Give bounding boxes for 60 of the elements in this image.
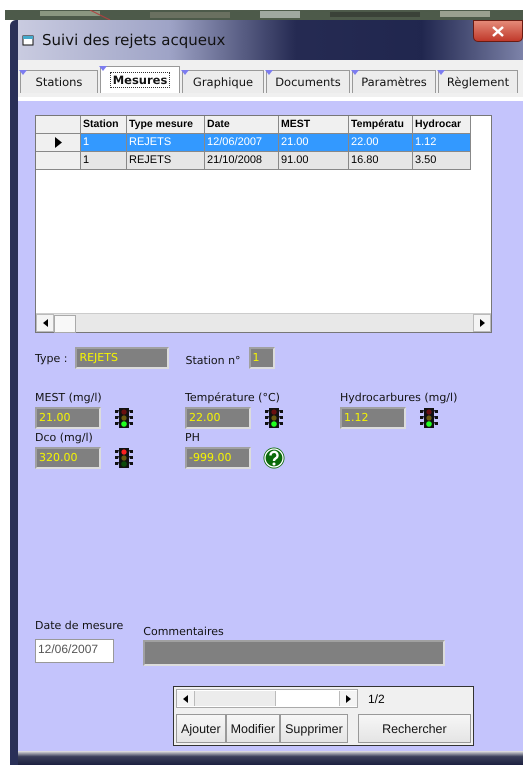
window-icon — [22, 34, 34, 46]
column-header[interactable]: Températu — [349, 116, 413, 134]
table-cell: 1 — [81, 152, 127, 170]
tab[interactable]: Règlement — [438, 70, 518, 93]
field-label: Température (°C) — [185, 391, 281, 404]
column-header[interactable]: Type mesure — [127, 116, 205, 134]
action-button[interactable]: Rechercher — [358, 714, 471, 743]
table-cell: 21.00 — [279, 134, 349, 152]
action-button[interactable]: Ajouter — [176, 714, 226, 743]
table-cell: 91.00 — [279, 152, 349, 170]
right-arrow-icon — [346, 694, 351, 702]
date-field[interactable]: 12/06/2007 — [35, 639, 114, 663]
tab[interactable]: Paramètres — [352, 70, 436, 93]
field-label: PH — [185, 431, 201, 444]
table-cell: 16.80 — [349, 152, 413, 170]
close-icon — [492, 26, 504, 36]
row-header[interactable] — [36, 134, 81, 152]
right-arrow-icon — [480, 319, 484, 327]
table-cell: REJETS — [127, 152, 205, 170]
column-header[interactable]: Date — [205, 116, 279, 134]
column-header[interactable]: Hydrocar — [413, 116, 471, 134]
table-cell: 1 — [81, 134, 127, 152]
comments-field[interactable] — [143, 640, 446, 666]
horizontal-scrollbar[interactable] — [36, 313, 491, 332]
action-button[interactable]: Modifier — [226, 714, 280, 743]
tab-marker-icon — [19, 70, 27, 75]
table-cell: 1.12 — [413, 134, 471, 152]
field-label: MEST (mg/l) — [35, 391, 103, 404]
tab-marker-icon — [99, 66, 107, 71]
column-header[interactable]: Station — [81, 116, 127, 134]
close-button[interactable] — [473, 20, 523, 42]
tab[interactable]: Documents — [266, 70, 350, 93]
tab[interactable]: Stations — [20, 70, 98, 93]
field-label: Type : — [35, 352, 68, 364]
current-row-icon — [54, 137, 62, 148]
table-cell: 3.50 — [413, 152, 471, 170]
field-label: Commentaires — [143, 625, 225, 638]
field-label: Station n° — [185, 354, 241, 366]
table-cell: 21/10/2008 — [205, 152, 279, 170]
scroll-thumb[interactable] — [54, 315, 76, 333]
tab[interactable]: Mesures — [100, 66, 180, 93]
field-label: Date de mesure — [35, 619, 124, 632]
table-cell: 22.00 — [349, 134, 413, 152]
tab[interactable]: Graphique — [182, 70, 264, 93]
window-title: Suivi des rejets acqueux — [42, 31, 226, 49]
tab-marker-icon — [351, 70, 359, 75]
tab-marker-icon — [265, 70, 273, 75]
column-header[interactable]: MEST — [279, 116, 349, 134]
record-scrollbar[interactable] — [176, 689, 358, 708]
action-button[interactable]: Supprimer — [280, 714, 348, 743]
tab-marker-icon — [181, 70, 189, 75]
record-position: 1/2 — [368, 692, 385, 706]
scroll-thumb[interactable] — [195, 691, 276, 706]
left-arrow-icon — [183, 694, 188, 702]
table-cell: REJETS — [127, 134, 205, 152]
table-cell: 12/06/2007 — [205, 134, 279, 152]
tab-marker-icon — [437, 70, 445, 75]
field-label: Hydrocarbures (mg/l) — [340, 391, 458, 404]
left-arrow-icon — [42, 319, 48, 327]
field-label: Dco (mg/l) — [35, 431, 94, 444]
